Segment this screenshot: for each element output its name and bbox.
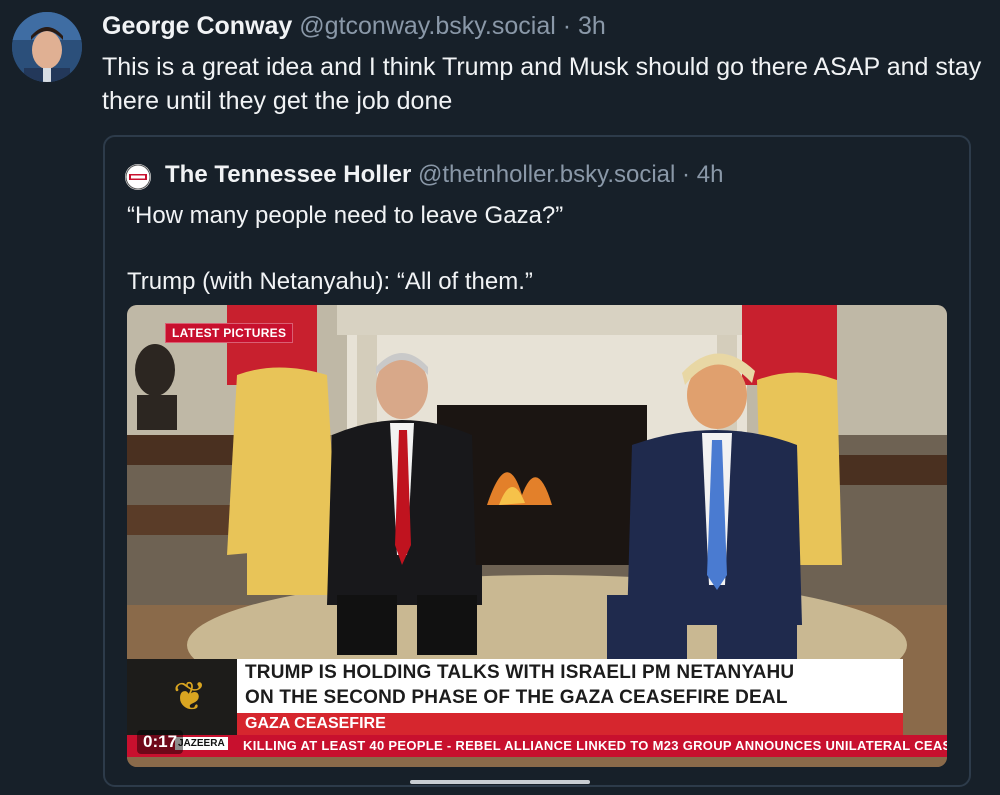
news-headline: TRUMP IS HOLDING TALKS WITH ISRAELI PM N…	[237, 659, 903, 713]
quote-author-name[interactable]: The Tennessee Holler	[165, 161, 411, 188]
topic-label: GAZA CEASEFIRE	[245, 715, 386, 732]
quote-blank-line	[127, 232, 947, 265]
headline-line-2: ON THE SECOND PHASE OF THE GAZA CEASEFIR…	[245, 687, 788, 708]
topic-bar: GAZA CEASEFIRE	[237, 713, 903, 735]
network-logo: ❦	[127, 659, 237, 735]
al-jazeera-logo-icon: ❦	[173, 675, 207, 719]
author-name[interactable]: George Conway	[102, 12, 292, 40]
latest-pictures-badge: LATEST PICTURES	[165, 323, 294, 343]
video-timestamp: 0:17	[137, 730, 184, 754]
quote-header: The Tennessee Holler @thetnholler.bsky.s…	[165, 161, 723, 189]
post-text: This is a great idea and I think Trump a…	[102, 53, 982, 115]
author-avatar[interactable]	[12, 12, 82, 82]
quote-time[interactable]: 4h	[697, 161, 724, 188]
headline-line-1: TRUMP IS HOLDING TALKS WITH ISRAELI PM N…	[245, 662, 795, 683]
quote-author-handle[interactable]: @thetnholler.bsky.social	[418, 161, 675, 188]
ticker-text: KILLING AT LEAST 40 PEOPLE - REBEL ALLIA…	[243, 738, 947, 753]
quoted-post-card[interactable]: The Tennessee Holler @thetnholler.bsky.s…	[103, 135, 971, 787]
quote-avatar[interactable]	[125, 164, 151, 190]
quote-line-1: “How many people need to leave Gaza?”	[127, 202, 564, 229]
avatar-photo	[12, 12, 82, 82]
post-header: George Conway @gtconway.bsky.social · 3h	[102, 12, 606, 41]
quote-line-2: Trump (with Netanyahu): “All of them.”	[127, 268, 533, 295]
quote-text: “How many people need to leave Gaza?” Tr…	[127, 199, 947, 298]
author-handle[interactable]: @gtconway.bsky.social	[299, 12, 556, 40]
header-separator: ·	[562, 12, 572, 40]
post-time[interactable]: 3h	[578, 12, 606, 40]
news-ticker: KILLING AT LEAST 40 PEOPLE - REBEL ALLIA…	[127, 735, 947, 757]
holler-logo-icon	[125, 164, 151, 190]
video-player[interactable]: LATEST PICTURES ❦ TRUMP IS HOLDING TALKS…	[127, 305, 947, 767]
scroll-indicator[interactable]	[410, 780, 590, 784]
quote-separator: ·	[682, 161, 691, 188]
